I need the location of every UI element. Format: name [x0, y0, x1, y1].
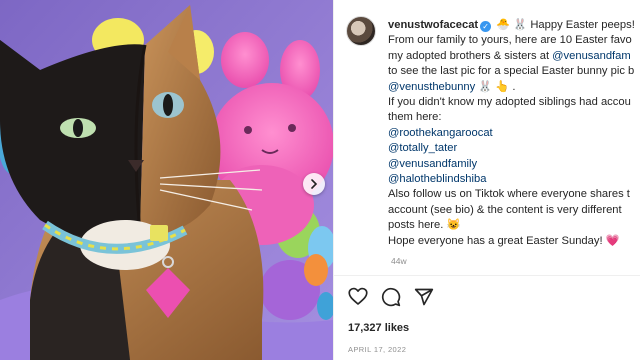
mention-link[interactable]: @venusthebunny [388, 81, 475, 93]
cat-emoji: 😺 [446, 219, 461, 232]
heart-icon [348, 287, 368, 305]
like-count[interactable]: 17,327 likes [348, 322, 409, 334]
caption-line: to see the last pic for a special Easter… [388, 65, 635, 78]
post-age: 44w [391, 256, 407, 266]
username-link[interactable]: venustwofacecat [388, 19, 478, 31]
caption-line: them here: [388, 111, 442, 124]
caption-line: @venusthebunny 🐰 👆 . [388, 80, 640, 95]
caption-line: From our family to yours, here are 10 Ea… [388, 34, 632, 47]
bunny-emojis: 🐰 👆 . [478, 80, 516, 93]
caption-line: posts here. 😺 [388, 218, 640, 233]
caption-line: If you didn't know my adopted siblings h… [388, 96, 631, 109]
divider [334, 275, 640, 276]
caption-line-text: my adopted brothers & sisters at [388, 49, 550, 62]
intro-text: Happy Easter peeps! [530, 19, 635, 31]
post-date: APRIL 17, 2022 [348, 345, 407, 354]
posts-here-text: posts here. [388, 219, 444, 232]
post-image[interactable] [0, 0, 333, 360]
closing-text: Hope everyone has a great Easter Sunday! [388, 234, 603, 247]
mention-link[interactable]: @venusandfamily [388, 157, 640, 172]
caption-line: Also follow us on Tiktok where everyone … [388, 188, 630, 201]
action-bar [348, 287, 434, 312]
post-sidebar: venustwofacecat ✓ 🐣 🐰 Happy Easter peeps!… [333, 0, 640, 360]
intro-emojis: 🐣 🐰 [496, 19, 528, 31]
like-button[interactable] [348, 287, 368, 312]
comment-button[interactable] [381, 287, 401, 312]
mention-link[interactable]: @totally_tater [388, 141, 640, 156]
caption-line: account (see bio) & the content is very … [388, 203, 622, 216]
mention-link[interactable]: @venusandfam [552, 50, 631, 62]
heart-emoji: 💗 [605, 234, 620, 247]
caption-header: venustwofacecat ✓ 🐣 🐰 Happy Easter peeps! [388, 18, 640, 33]
share-icon [414, 288, 434, 306]
mention-link[interactable]: @halotheblindshiba [388, 172, 640, 187]
share-button[interactable] [414, 287, 434, 312]
chevron-right-icon [311, 179, 318, 189]
caption-text: venustwofacecat ✓ 🐣 🐰 Happy Easter peeps!… [388, 18, 640, 249]
caption-line: my adopted brothers & sisters at @venusa… [388, 49, 640, 64]
comment-icon [381, 287, 401, 307]
cat-photo-illustration [0, 0, 333, 360]
next-image-button[interactable] [303, 173, 325, 195]
verified-badge-icon: ✓ [480, 21, 492, 32]
caption-line: Hope everyone has a great Easter Sunday!… [388, 234, 640, 249]
avatar[interactable] [346, 16, 376, 46]
mention-link[interactable]: @roothekangaroocat [388, 126, 640, 141]
